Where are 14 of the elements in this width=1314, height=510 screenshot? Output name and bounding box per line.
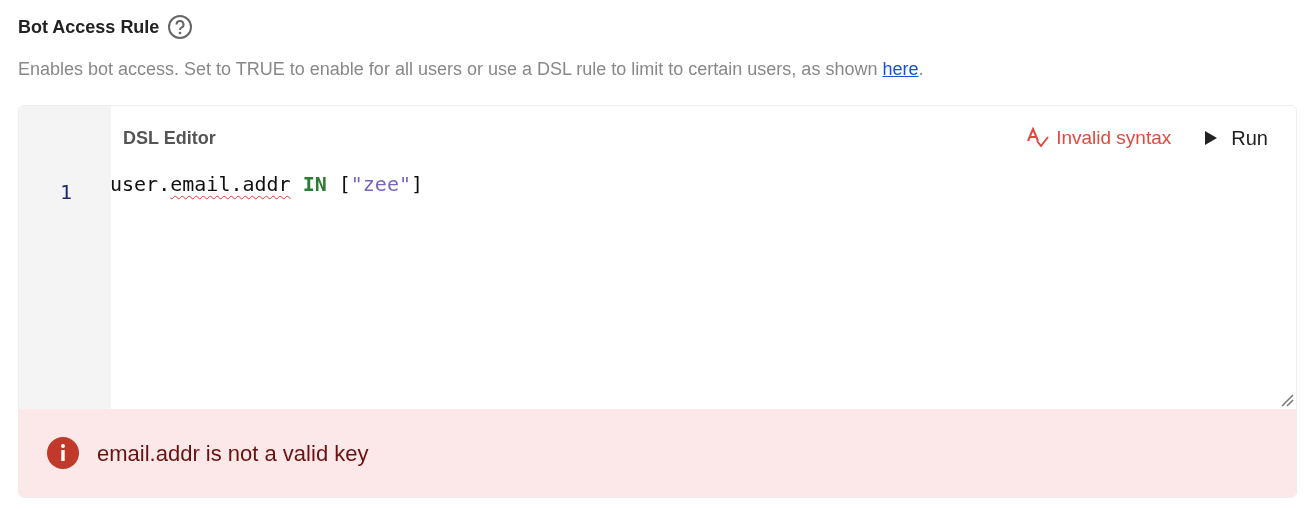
- here-link[interactable]: here: [882, 59, 919, 79]
- line-number: 1: [58, 179, 72, 206]
- spellcheck-icon: [1026, 127, 1051, 149]
- field-description: Enables bot access. Set to TRUE to enable for all users or use a DSL rule to limit to certain users, as shown here.: [18, 58, 925, 81]
- error-icon: [47, 437, 79, 469]
- resize-handle-icon[interactable]: [1280, 393, 1294, 407]
- error-message: email.addr is not a valid key: [97, 439, 369, 468]
- help-icon[interactable]: [167, 14, 194, 40]
- run-button[interactable]: Run: [1205, 123, 1268, 153]
- play-icon: [1205, 131, 1218, 145]
- editor-title: DSL Editor: [123, 126, 216, 150]
- code-line: user.email.addr IN ["zee"]: [110, 171, 424, 198]
- syntax-status: Invalid syntax: [1056, 125, 1172, 150]
- field-title: Bot Access Rule: [18, 15, 160, 39]
